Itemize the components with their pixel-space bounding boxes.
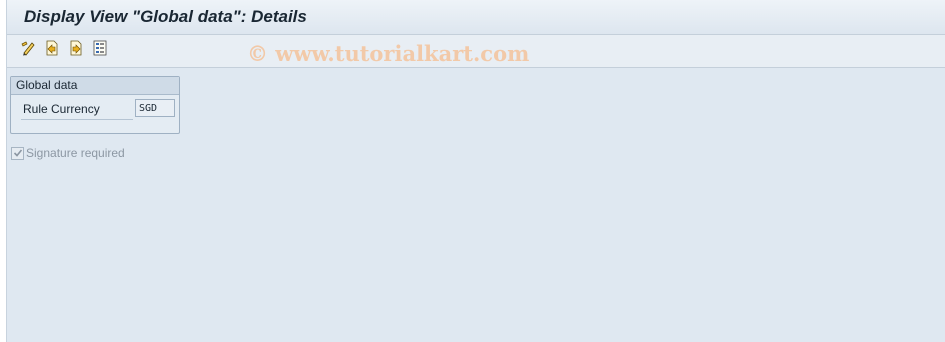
main-content: Global data Rule Currency SGD Signature … xyxy=(7,68,945,342)
label-underline xyxy=(21,119,133,120)
display-change-button[interactable] xyxy=(19,41,37,59)
previous-entry-button[interactable] xyxy=(43,40,61,61)
sap-window: Display View "Global data": Details © ww… xyxy=(6,0,945,342)
page-title: Display View "Global data": Details xyxy=(24,7,307,26)
previous-entry-icon xyxy=(44,40,60,61)
next-entry-icon xyxy=(68,40,84,61)
title-bar: Display View "Global data": Details xyxy=(7,0,945,35)
variable-list-button[interactable] xyxy=(91,40,109,61)
global-data-group: Global data Rule Currency SGD xyxy=(10,76,180,134)
display-change-icon xyxy=(20,40,36,61)
rule-currency-label: Rule Currency xyxy=(23,102,100,116)
checkmark-icon xyxy=(13,145,23,163)
variable-list-icon xyxy=(92,40,108,61)
rule-currency-field[interactable]: SGD xyxy=(135,99,175,117)
signature-required-label: Signature required xyxy=(26,146,125,160)
application-toolbar: © www.tutorialkart.com xyxy=(7,35,945,68)
watermark: © www.tutorialkart.com xyxy=(247,41,530,66)
next-entry-button[interactable] xyxy=(67,40,85,61)
signature-required-checkbox[interactable] xyxy=(11,147,24,160)
rule-currency-row: Rule Currency SGD xyxy=(17,99,175,120)
group-header: Global data xyxy=(11,77,179,95)
